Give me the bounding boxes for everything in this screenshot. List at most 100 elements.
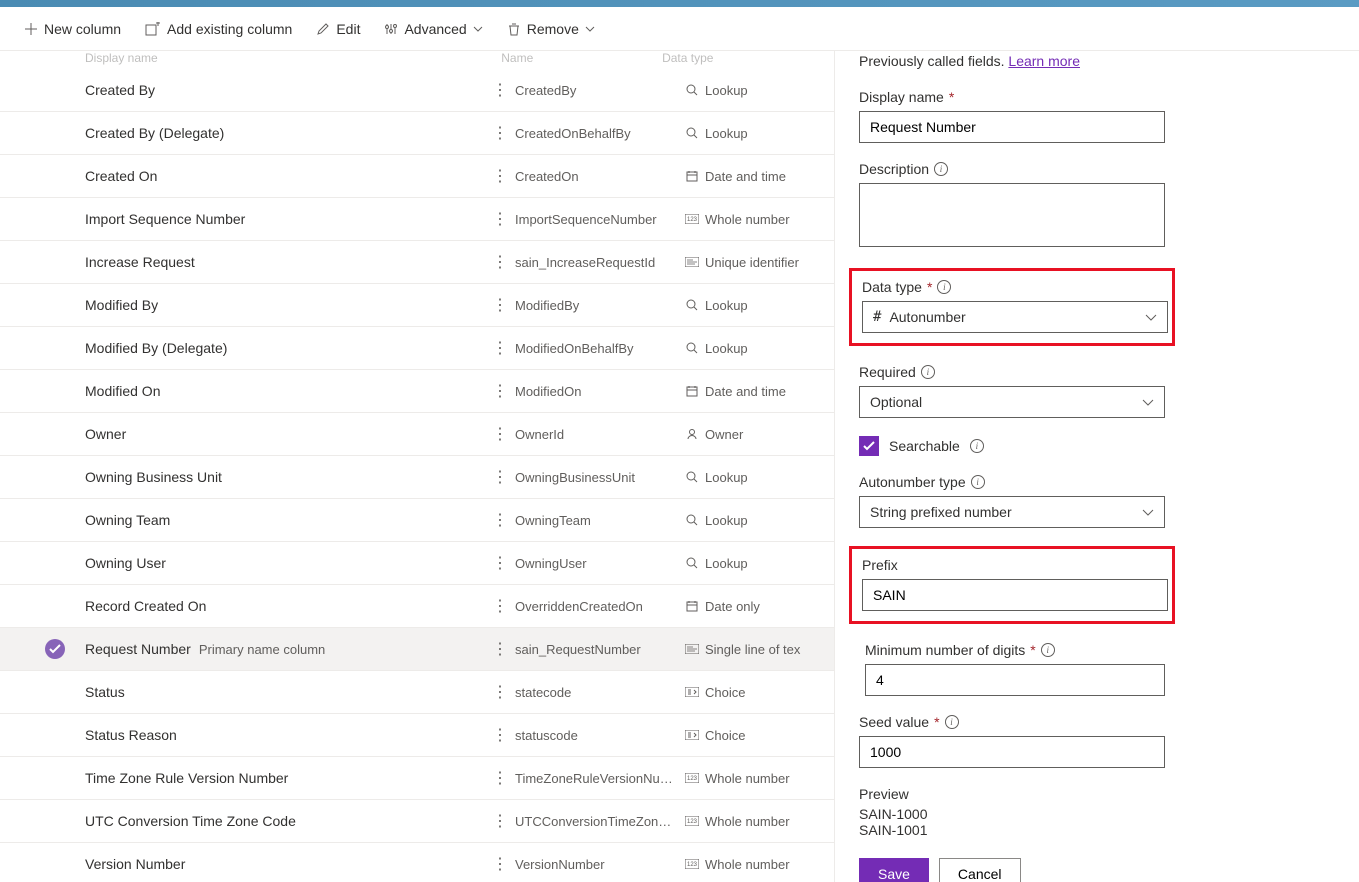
svg-text:123: 123: [687, 776, 698, 782]
row-more-menu[interactable]: ⋮: [485, 123, 515, 143]
row-more-menu[interactable]: ⋮: [485, 424, 515, 444]
row-more-menu[interactable]: ⋮: [485, 338, 515, 358]
row-data-type: Lookup: [685, 556, 748, 571]
table-row[interactable]: Owning Team⋮OwningTeamLookup: [0, 499, 834, 542]
row-more-menu[interactable]: ⋮: [485, 295, 515, 315]
table-row[interactable]: Created By⋮CreatedByLookup: [0, 69, 834, 112]
info-icon[interactable]: i: [934, 162, 948, 176]
row-display-name: Owner: [45, 426, 485, 442]
row-more-menu[interactable]: ⋮: [485, 553, 515, 573]
row-schema-name: OwningTeam: [515, 513, 685, 528]
number-icon: 123: [685, 771, 699, 785]
row-data-type: 123Whole number: [685, 771, 790, 786]
row-more-menu[interactable]: ⋮: [485, 811, 515, 831]
table-row[interactable]: Import Sequence Number⋮ImportSequenceNum…: [0, 198, 834, 241]
data-type-select[interactable]: #Autonumber: [862, 301, 1168, 333]
svg-text:123: 123: [687, 819, 698, 825]
table-row[interactable]: Created By (Delegate)⋮CreatedOnBehalfByL…: [0, 112, 834, 155]
remove-label: Remove: [527, 21, 579, 37]
row-schema-name: CreatedOn: [515, 169, 685, 184]
pencil-icon: [316, 22, 330, 36]
table-row[interactable]: Modified On⋮ModifiedOnDate and time: [0, 370, 834, 413]
seed-input[interactable]: [859, 736, 1165, 768]
save-button[interactable]: Save: [859, 858, 929, 882]
row-display-name: Created By (Delegate): [45, 125, 485, 141]
table-row[interactable]: Owning Business Unit⋮OwningBusinessUnitL…: [0, 456, 834, 499]
row-data-type: Single line of tex: [685, 642, 800, 657]
col-header-type[interactable]: Data type: [662, 51, 804, 65]
row-more-menu[interactable]: ⋮: [485, 854, 515, 874]
row-more-menu[interactable]: ⋮: [485, 381, 515, 401]
table-row[interactable]: Status⋮statecodeChoice: [0, 671, 834, 714]
table-row[interactable]: Record Created On⋮OverriddenCreatedOnDat…: [0, 585, 834, 628]
sliders-icon: [384, 22, 398, 36]
plus-icon: [24, 22, 38, 36]
table-row[interactable]: Modified By⋮ModifiedByLookup: [0, 284, 834, 327]
row-more-menu[interactable]: ⋮: [485, 166, 515, 186]
table-row[interactable]: Version Number⋮VersionNumber123Whole num…: [0, 843, 834, 882]
description-input[interactable]: [859, 183, 1165, 247]
row-data-type: Lookup: [685, 341, 748, 356]
lookup-icon: [685, 126, 699, 140]
table-row[interactable]: Request NumberPrimary name column⋮sain_R…: [0, 628, 834, 671]
row-data-type: Date and time: [685, 169, 786, 184]
cancel-button[interactable]: Cancel: [939, 858, 1021, 882]
info-icon[interactable]: i: [1041, 643, 1055, 657]
table-row[interactable]: Time Zone Rule Version Number⋮TimeZoneRu…: [0, 757, 834, 800]
row-more-menu[interactable]: ⋮: [485, 682, 515, 702]
row-display-name: Owning User: [45, 555, 485, 571]
table-row[interactable]: Owning User⋮OwningUserLookup: [0, 542, 834, 585]
new-column-button[interactable]: New column: [16, 15, 129, 43]
row-schema-name: VersionNumber: [515, 857, 685, 872]
info-icon[interactable]: i: [970, 439, 984, 453]
required-asterisk: *: [949, 89, 954, 105]
row-more-menu[interactable]: ⋮: [485, 252, 515, 272]
display-name-input[interactable]: [859, 111, 1165, 143]
info-icon[interactable]: i: [921, 365, 935, 379]
row-more-menu[interactable]: ⋮: [485, 209, 515, 229]
owner-icon: [685, 427, 699, 441]
add-existing-button[interactable]: Add existing column: [137, 15, 300, 43]
row-display-name: Created On: [45, 168, 485, 184]
info-icon[interactable]: i: [971, 475, 985, 489]
row-more-menu[interactable]: ⋮: [485, 80, 515, 100]
row-data-type: Choice: [685, 728, 745, 743]
side-panel: Previously called fields. Learn more Dis…: [834, 51, 1359, 882]
edit-button[interactable]: Edit: [308, 15, 368, 43]
row-data-type: Lookup: [685, 83, 748, 98]
row-schema-name: OwnerId: [515, 427, 685, 442]
required-select[interactable]: Optional: [859, 386, 1165, 418]
min-digits-label: Minimum number of digits: [865, 642, 1025, 658]
row-more-menu[interactable]: ⋮: [485, 510, 515, 530]
row-schema-name: statuscode: [515, 728, 685, 743]
row-more-menu[interactable]: ⋮: [485, 725, 515, 745]
table-row[interactable]: Owner⋮OwnerIdOwner: [0, 413, 834, 456]
advanced-button[interactable]: Advanced: [376, 15, 490, 43]
row-more-menu[interactable]: ⋮: [485, 639, 515, 659]
row-more-menu[interactable]: ⋮: [485, 768, 515, 788]
table-row[interactable]: Created On⋮CreatedOnDate and time: [0, 155, 834, 198]
info-icon[interactable]: i: [937, 280, 951, 294]
prefix-input[interactable]: [862, 579, 1168, 611]
searchable-checkbox[interactable]: [859, 436, 879, 456]
display-name-label: Display name: [859, 89, 944, 105]
info-icon[interactable]: i: [945, 715, 959, 729]
col-header-name[interactable]: Name: [501, 51, 662, 65]
chevron-down-icon: [585, 26, 595, 32]
remove-button[interactable]: Remove: [499, 15, 603, 43]
table-row[interactable]: Status Reason⋮statuscodeChoice: [0, 714, 834, 757]
min-digits-input[interactable]: [865, 664, 1165, 696]
table-row[interactable]: Increase Request⋮sain_IncreaseRequestIdU…: [0, 241, 834, 284]
table-row[interactable]: Modified By (Delegate)⋮ModifiedOnBehalfB…: [0, 327, 834, 370]
row-data-type: Date only: [685, 599, 760, 614]
autonumber-type-select[interactable]: String prefixed number: [859, 496, 1165, 528]
learn-more-link[interactable]: Learn more: [1008, 53, 1080, 69]
row-schema-name: sain_IncreaseRequestId: [515, 255, 685, 270]
row-more-menu[interactable]: ⋮: [485, 596, 515, 616]
col-header-display[interactable]: Display name: [85, 51, 501, 65]
table-row[interactable]: UTC Conversion Time Zone Code⋮UTCConvers…: [0, 800, 834, 843]
row-schema-name: ImportSequenceNumber: [515, 212, 685, 227]
row-more-menu[interactable]: ⋮: [485, 467, 515, 487]
choice-icon: [685, 728, 699, 742]
row-display-name: Modified By (Delegate): [45, 340, 485, 356]
